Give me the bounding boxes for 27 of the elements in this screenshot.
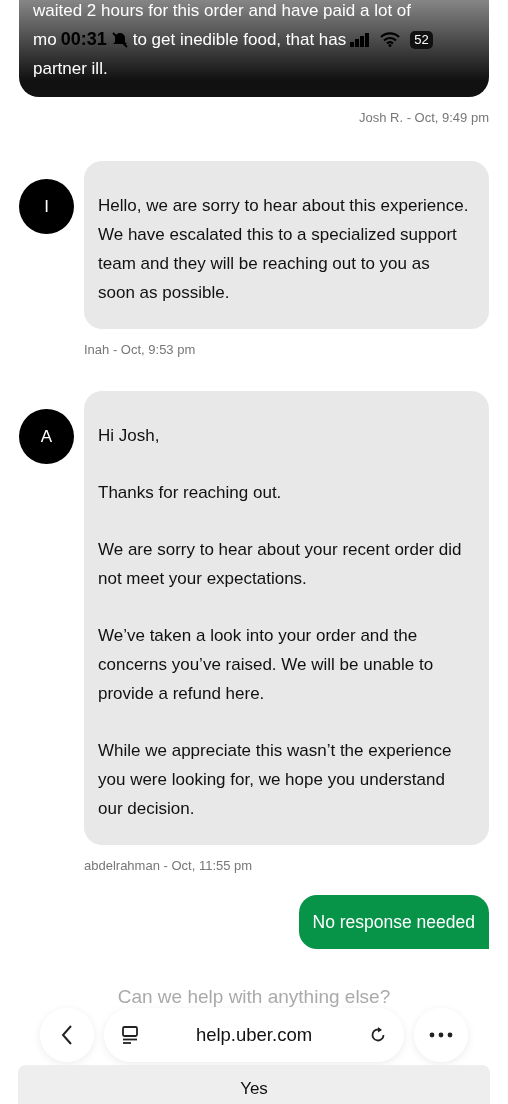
status-time: 00:31 (60, 28, 107, 51)
prompt-text: Can we help with anything else? (116, 985, 392, 1009)
answer-button[interactable]: Yes (18, 1065, 490, 1104)
avatar: I (19, 179, 74, 234)
wifi-icon (380, 32, 401, 47)
avatar: A (19, 409, 74, 464)
message-bubble: No response needed (298, 895, 489, 950)
message-text: to get inedible food, that has (132, 29, 347, 51)
signal-icon (350, 32, 371, 47)
message-text: We are sorry to hear about your recent order did not meet your expectations. (98, 539, 463, 590)
url-text: help.uber.com (195, 1023, 313, 1048)
message-text: Hi Josh, (98, 425, 161, 447)
address-bar[interactable]: help.uber.com (104, 1008, 404, 1062)
message-text: Hello, we are sorry to hear about this experience. We have escalated this to a specialized support team and they will be reaching out to you as soon as possible. (98, 195, 469, 304)
message-text: Thanks for reaching out. (98, 482, 283, 504)
message-text: While we appreciate this wasn’t the experience you were looking for, we hope you understand our decision. (98, 740, 453, 820)
more-icon (429, 1032, 453, 1038)
tabs-icon[interactable] (120, 1025, 140, 1045)
message-text: We’ve taken a look into your order and the concerns you’ve raised. We will be unable to provide a refund here. (98, 625, 435, 705)
message-text: waited 2 hours for this order and have paid a lot of (33, 0, 412, 22)
battery-level: 52 (410, 30, 433, 49)
back-icon (60, 1024, 74, 1046)
message-meta: Josh R. - Oct, 9:49 pm (358, 110, 489, 125)
message-meta: abdelrahman - Oct, 11:55 pm (84, 858, 253, 873)
message-text: partner ill. (33, 58, 109, 80)
message-meta: Inah - Oct, 9:53 pm (84, 342, 196, 357)
message-text: mo (33, 29, 57, 51)
